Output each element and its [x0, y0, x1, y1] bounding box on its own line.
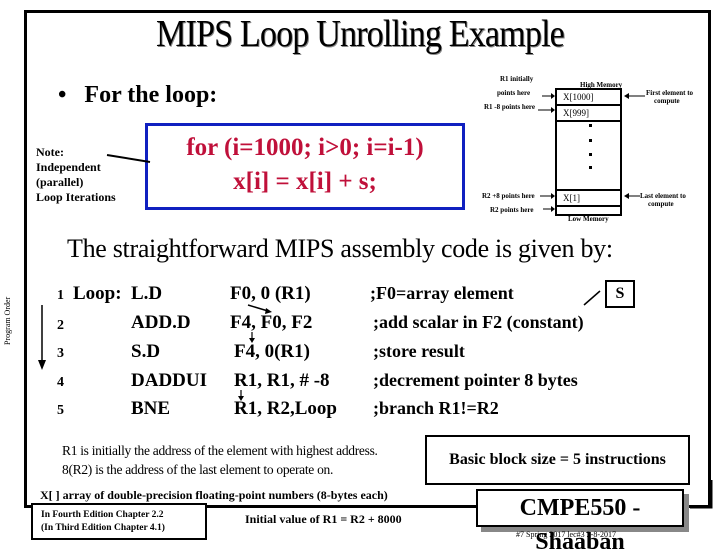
- line-number: 5: [57, 403, 64, 418]
- line-number: 1: [57, 288, 64, 303]
- r2-points-here-label: R2 points here: [490, 206, 534, 214]
- course-badge: CMPE550 - Shaaban: [476, 489, 684, 555]
- initial-value-r1: Initial value of R1 = R2 + 8000: [245, 512, 402, 526]
- code-comment: ;decrement pointer 8 bytes: [373, 370, 578, 390]
- bullet-for-the-loop: • For the loop:: [58, 82, 217, 109]
- code-args: F4, F0, F2: [230, 312, 313, 333]
- code-args: F0, 0 (R1): [230, 283, 311, 304]
- note-line: Note:: [36, 145, 64, 159]
- bullet-text: For the loop:: [84, 82, 218, 108]
- bullet-marker: •: [58, 82, 67, 108]
- edition-line: (In Third Edition Chapter 4.1): [41, 523, 165, 533]
- loop-body: x[i] = x[i] + s;: [233, 168, 377, 195]
- line-number: 3: [57, 346, 64, 361]
- edition-line: In Fourth Edition Chapter 2.2: [41, 510, 164, 520]
- note-line: Independent: [36, 160, 101, 174]
- edition-reference-box: In Fourth Edition Chapter 2.2 (In Third …: [31, 503, 207, 540]
- code-label-loop: Loop:: [73, 283, 122, 304]
- memory-cell-x999: X[999]: [555, 104, 622, 122]
- ellipsis-dot: [589, 139, 592, 142]
- loop-code-box: for (i=1000; i>0; i=i-1) x[i] = x[i] + s…: [145, 123, 465, 210]
- scalar-s-box: S: [605, 280, 635, 308]
- line-number: 2: [57, 318, 64, 333]
- info-line: 8(R2) is the address of the last element…: [62, 462, 334, 477]
- first-element-label: First element to compute: [646, 89, 694, 105]
- register-info: R1 is initially the address of the eleme…: [62, 441, 378, 479]
- code-comment: ;add scalar in F2 (constant): [373, 312, 584, 332]
- info-line: R1 is initially the address of the eleme…: [62, 443, 378, 458]
- slide-title: MIPS Loop Unrolling Example: [156, 13, 565, 55]
- code-args: F4, 0(R1): [234, 341, 310, 362]
- loop-header: for (i=1000; i>0; i=i-1): [186, 134, 424, 161]
- code-comment: ;F0=array element: [370, 283, 514, 303]
- low-memory-label: Low Memory: [568, 215, 609, 223]
- x-array-description: X[ ] array of double-precision floating-…: [40, 488, 388, 502]
- ellipsis-dot: [589, 153, 592, 156]
- code-op: ADD.D: [131, 312, 191, 333]
- ellipsis-dot: [589, 124, 592, 127]
- slide-footer: #7 Spring 2017 lec#3 2-8-2017: [516, 530, 616, 539]
- last-element-label: Last element to compute: [640, 192, 686, 208]
- line-number: 4: [57, 375, 64, 390]
- note-line: Loop Iterations: [36, 190, 116, 204]
- code-op: DADDUI: [131, 370, 207, 391]
- code-op: L.D: [131, 283, 163, 304]
- code-comment: ;store result: [373, 341, 465, 361]
- code-args: R1, R1, # -8: [234, 370, 330, 391]
- r1-initially-label: R1 initially: [500, 75, 534, 83]
- note-line: (parallel): [36, 175, 84, 189]
- program-order-label: Program Order: [3, 296, 12, 345]
- code-args: R1, R2,Loop: [234, 398, 337, 419]
- r1-minus8-label: R1 -8 points here: [484, 103, 536, 111]
- basic-block-size-box: Basic block size = 5 instructions: [425, 435, 690, 485]
- ellipsis-dot: [589, 166, 592, 169]
- code-op: S.D: [131, 341, 161, 362]
- assembly-heading: The straightforward MIPS assembly code i…: [67, 234, 613, 263]
- code-op: BNE: [131, 398, 171, 419]
- r1-points-here-label: points here: [497, 89, 531, 97]
- code-comment: ;branch R1!=R2: [373, 398, 499, 418]
- r2-plus8-label: R2 +8 points here: [482, 192, 535, 200]
- note-independent-iterations: Note: Independent (parallel) Loop Iterat…: [36, 145, 116, 205]
